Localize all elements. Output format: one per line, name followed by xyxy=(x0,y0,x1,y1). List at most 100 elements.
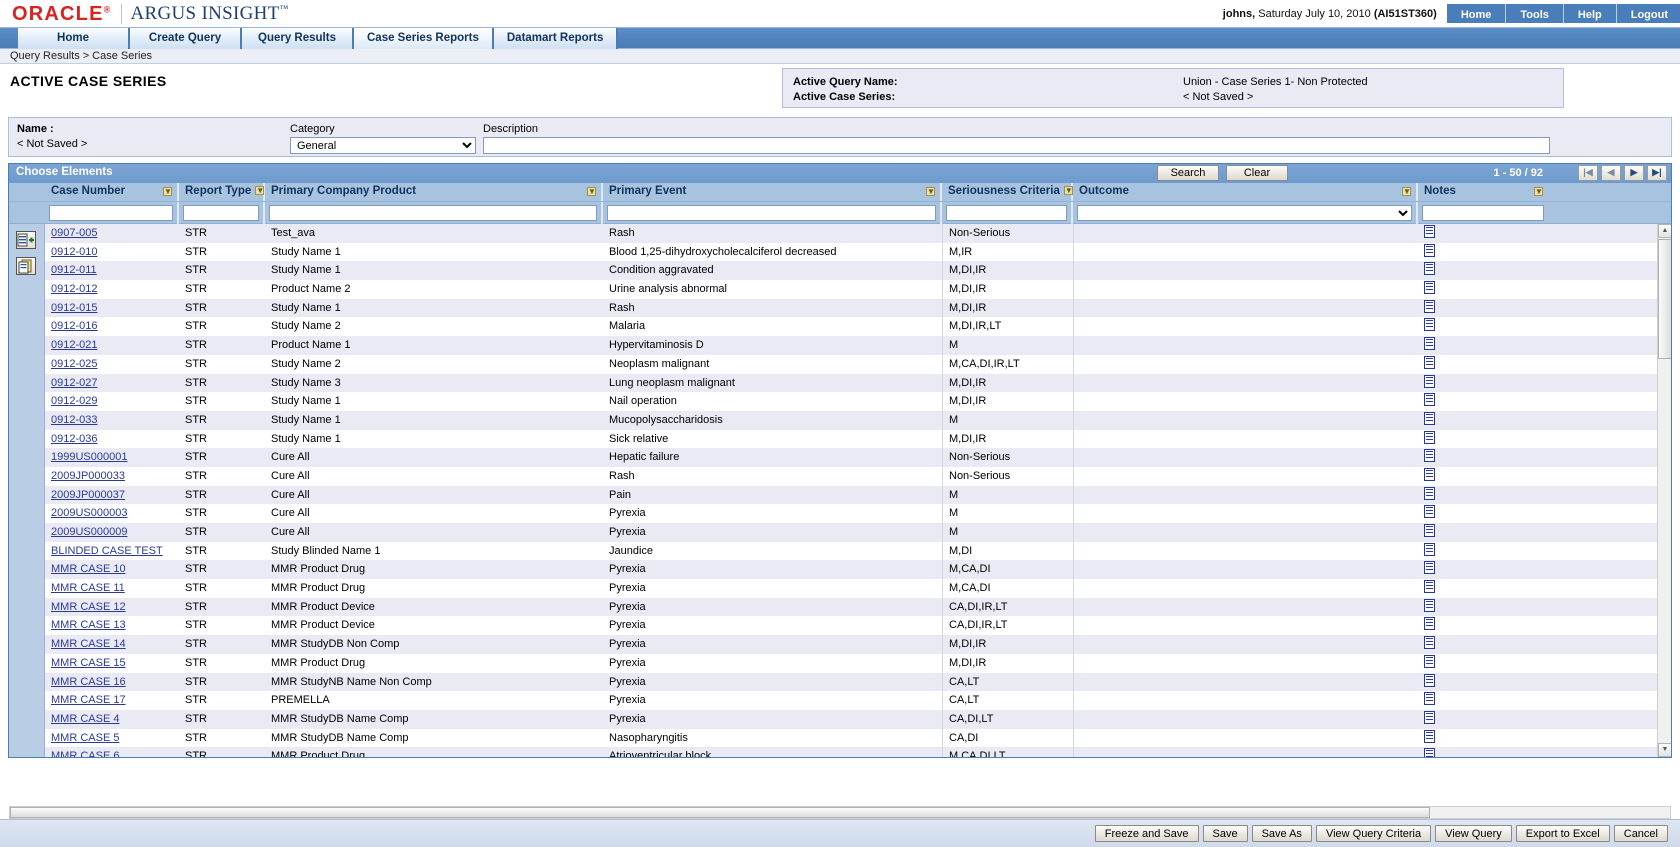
sort-down-icon[interactable]: ▼ xyxy=(255,186,265,195)
cancel-button[interactable]: Cancel xyxy=(1613,825,1668,842)
copy-case-series-icon[interactable] xyxy=(16,257,36,275)
filter-input-notes[interactable] xyxy=(1422,204,1544,221)
notes-icon[interactable] xyxy=(1424,299,1435,313)
table-row[interactable]: MMR CASE 5 STR MMR StudyDB Name Comp Nasoph… xyxy=(45,728,1657,748)
filter-input-seriousness-criteria[interactable] xyxy=(946,204,1067,221)
sort-down-icon[interactable]: ▼ xyxy=(163,187,172,196)
table-row[interactable]: 0912-015 STR Study Name 1 Rash M,DI,IR xyxy=(45,298,1657,318)
notes-icon[interactable] xyxy=(1424,243,1435,257)
case-number-link[interactable]: MMR CASE 6 xyxy=(51,750,119,757)
notes-icon[interactable] xyxy=(1424,337,1435,351)
save-button[interactable]: Save xyxy=(1202,825,1248,842)
notes-icon[interactable] xyxy=(1424,411,1435,425)
horizontal-scrollbar[interactable] xyxy=(9,806,1671,819)
case-number-link[interactable]: MMR CASE 13 xyxy=(51,619,126,631)
notes-icon[interactable] xyxy=(1424,561,1435,575)
case-number-link[interactable]: 0912-021 xyxy=(51,339,98,351)
sort-down-icon[interactable]: ▼ xyxy=(926,187,935,196)
notes-icon[interactable] xyxy=(1424,710,1435,724)
case-number-link[interactable]: MMR CASE 14 xyxy=(51,638,126,650)
table-row[interactable]: 0912-036 STR Study Name 1 Sick relative M,DI… xyxy=(45,429,1657,449)
filter-input-report-type[interactable] xyxy=(183,204,259,221)
notes-icon[interactable] xyxy=(1424,225,1435,238)
notes-icon[interactable] xyxy=(1424,673,1435,687)
filter-input-primary-company-product[interactable] xyxy=(269,204,597,221)
sort-down-icon[interactable]: ▼ xyxy=(1534,187,1543,196)
case-number-link[interactable]: 0912-011 xyxy=(51,264,97,276)
case-number-link[interactable]: MMR CASE 4 xyxy=(51,713,119,725)
table-row[interactable]: MMR CASE 11 STR MMR Product Drug Pyrexia M,C… xyxy=(45,579,1657,598)
tab-create-query[interactable]: Create Query xyxy=(130,28,242,49)
notes-icon[interactable] xyxy=(1424,617,1435,631)
table-row[interactable]: 0912-011 STR Study Name 1 Condition aggrava… xyxy=(45,261,1657,281)
table-row[interactable]: 0912-016 STR Study Name 2 Malaria M,DI,IR,LT xyxy=(45,317,1657,337)
case-number-link[interactable]: MMR CASE 12 xyxy=(51,601,126,613)
table-row[interactable]: 0912-033 STR Study Name 1 Mucopolysaccharid… xyxy=(45,410,1657,430)
export-to-excel-button[interactable]: Export to Excel xyxy=(1515,825,1610,842)
table-row[interactable]: 1999US000001 STR Cure All Hepatic failure No… xyxy=(45,448,1657,467)
notes-icon[interactable] xyxy=(1424,729,1435,743)
table-row[interactable]: MMR CASE 14 STR MMR StudyDB Non Comp Pyrexi… xyxy=(45,635,1657,654)
breadcrumb-parent[interactable]: Query Results xyxy=(10,50,80,62)
notes-icon[interactable] xyxy=(1424,692,1435,706)
notes-icon[interactable] xyxy=(1424,449,1435,463)
notes-icon[interactable] xyxy=(1424,430,1435,444)
case-number-link[interactable]: MMR CASE 17 xyxy=(51,694,126,706)
vertical-scrollbar[interactable]: ▲ ▼ xyxy=(1657,224,1671,757)
table-row[interactable]: MMR CASE 4 STR MMR StudyDB Name Comp Pyrexi… xyxy=(45,709,1657,729)
column-header-report-type[interactable]: Report Type ▼ xyxy=(179,183,265,201)
case-number-link[interactable]: 2009US000003 xyxy=(51,507,127,519)
tab-home[interactable]: Home xyxy=(18,28,130,49)
notes-icon[interactable] xyxy=(1424,524,1435,537)
case-number-link[interactable]: MMR CASE 10 xyxy=(51,563,126,575)
table-row[interactable]: 2009JP000033 STR Cure All Rash Non-Serious xyxy=(45,466,1657,486)
pager-prev-button[interactable]: ◀ xyxy=(1601,165,1621,181)
clear-button[interactable]: Clear xyxy=(1226,165,1288,181)
notes-icon[interactable] xyxy=(1424,355,1435,369)
case-number-link[interactable]: 0912-025 xyxy=(51,358,98,370)
table-row[interactable]: MMR CASE 12 STR MMR Product Device Pyrexia C… xyxy=(45,597,1657,617)
view-query-button[interactable]: View Query xyxy=(1435,825,1512,842)
top-link-logout[interactable]: Logout xyxy=(1616,4,1680,23)
save-as-button[interactable]: Save As xyxy=(1251,825,1312,842)
sort-down-icon[interactable]: ▼ xyxy=(587,187,596,196)
pager-last-button[interactable]: ▶| xyxy=(1647,165,1667,181)
notes-icon[interactable] xyxy=(1424,374,1435,388)
case-number-link[interactable]: 0912-012 xyxy=(51,283,98,295)
table-row[interactable]: BLINDED CASE TEST STR Study Blinded Name 1… xyxy=(45,541,1657,561)
table-row[interactable]: MMR CASE 6 STR MMR Product Drug Atrioventri… xyxy=(45,747,1657,757)
filter-select-outcome[interactable] xyxy=(1077,204,1412,221)
case-number-link[interactable]: 0912-029 xyxy=(51,395,98,407)
notes-icon[interactable] xyxy=(1424,281,1435,295)
table-row[interactable]: 0912-025 STR Study Name 2 Neoplasm malignan… xyxy=(45,354,1657,374)
notes-icon[interactable] xyxy=(1424,467,1435,481)
filter-input-case-number[interactable] xyxy=(49,204,173,221)
filter-input-primary-event[interactable] xyxy=(607,204,936,221)
case-number-link[interactable]: 0912-036 xyxy=(51,433,98,445)
table-row[interactable]: MMR CASE 13 STR MMR Product Device Pyrexia C… xyxy=(45,616,1657,636)
column-header-notes[interactable]: Notes ▼ xyxy=(1418,183,1548,201)
table-row[interactable]: 0912-021 STR Product Name 1 Hypervitaminosi… xyxy=(45,336,1657,355)
notes-icon[interactable] xyxy=(1424,486,1435,500)
view-query-criteria-button[interactable]: View Query Criteria xyxy=(1315,825,1432,842)
column-header-primary-company-product[interactable]: Primary Company Product ▼ xyxy=(265,183,603,201)
tab-query-results[interactable]: Query Results xyxy=(242,28,354,49)
case-number-link[interactable]: 2009US000009 xyxy=(51,526,127,538)
case-number-link[interactable]: 2009JP000037 xyxy=(51,489,125,501)
top-link-help[interactable]: Help xyxy=(1563,4,1617,23)
notes-icon[interactable] xyxy=(1424,654,1435,668)
category-select[interactable]: General xyxy=(290,137,476,154)
description-input[interactable] xyxy=(483,137,1550,154)
horizontal-scroll-thumb[interactable] xyxy=(10,807,1430,818)
notes-icon[interactable] xyxy=(1424,636,1435,650)
column-header-case-number[interactable]: Case Number ▼ xyxy=(45,183,179,201)
vertical-scroll-thumb[interactable] xyxy=(1658,239,1671,359)
case-number-link[interactable]: BLINDED CASE TEST xyxy=(51,545,163,557)
top-link-home[interactable]: Home xyxy=(1446,4,1507,23)
case-number-link[interactable]: MMR CASE 16 xyxy=(51,676,126,688)
case-number-link[interactable]: 1999US000001 xyxy=(51,451,127,463)
table-row[interactable]: 0912-027 STR Study Name 3 Lung neoplasm mal… xyxy=(45,373,1657,393)
column-header-outcome[interactable]: Outcome ▼ xyxy=(1073,183,1418,201)
top-link-tools[interactable]: Tools xyxy=(1506,4,1564,23)
table-row[interactable]: 2009US000003 STR Cure All Pyrexia M xyxy=(45,504,1657,523)
